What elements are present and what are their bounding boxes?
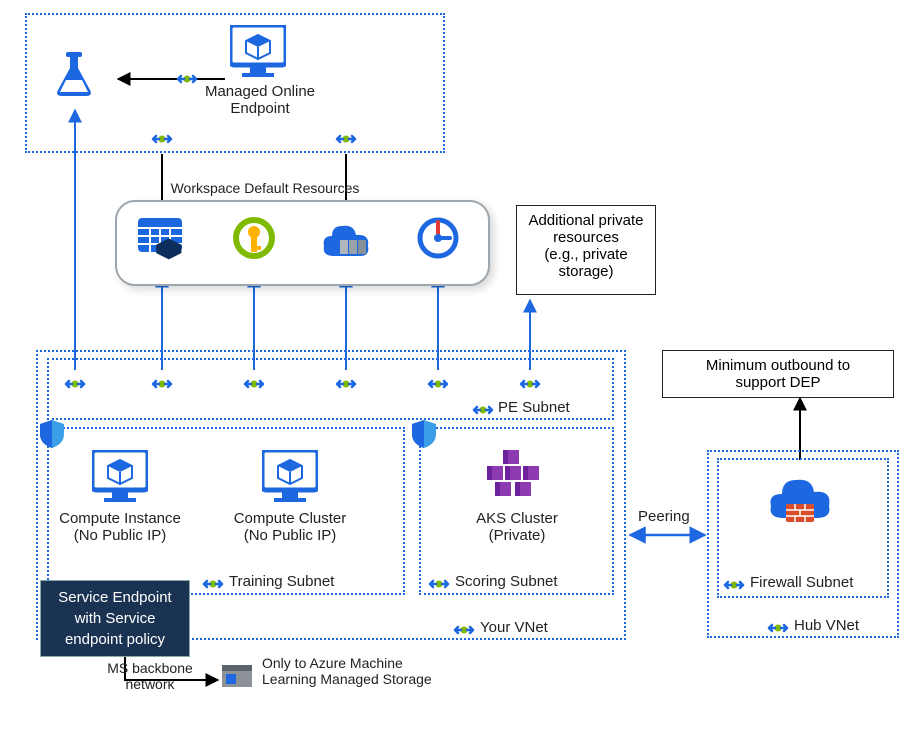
app-insights-icon bbox=[416, 216, 460, 260]
aks-cluster-label: AKS Cluster (Private) bbox=[462, 510, 572, 544]
private-endpoint-icon bbox=[452, 618, 476, 642]
private-endpoint-icon bbox=[766, 616, 790, 640]
private-endpoint-icon bbox=[334, 127, 358, 151]
shield-icon bbox=[410, 418, 438, 450]
service-endpoint-badge: Service Endpoint with Service endpoint p… bbox=[40, 580, 190, 657]
private-endpoint-icon bbox=[201, 572, 225, 596]
private-endpoint-icon bbox=[334, 372, 358, 396]
min-outbound-box: Minimum outbound to support DEP bbox=[662, 350, 894, 398]
aks-cluster-icon bbox=[487, 450, 539, 498]
private-endpoint-icon bbox=[150, 372, 174, 396]
training-subnet-label: Training Subnet bbox=[229, 573, 334, 590]
peering-label: Peering bbox=[638, 508, 690, 525]
private-endpoint-icon bbox=[722, 573, 746, 597]
compute-cluster-icon bbox=[262, 450, 318, 504]
keyvault-icon bbox=[232, 216, 276, 260]
private-endpoint-icon bbox=[175, 67, 199, 91]
private-endpoint-icon bbox=[518, 372, 542, 396]
private-endpoint-icon bbox=[150, 127, 174, 151]
compute-instance-icon bbox=[92, 450, 148, 504]
private-endpoint-icon bbox=[471, 398, 495, 422]
compute-cluster-label: Compute Cluster (No Public IP) bbox=[225, 510, 355, 544]
private-endpoint-icon bbox=[426, 372, 450, 396]
private-endpoint-icon bbox=[63, 372, 87, 396]
scoring-subnet-label: Scoring Subnet bbox=[455, 573, 558, 590]
private-endpoint-icon bbox=[427, 572, 451, 596]
storage-icon bbox=[138, 216, 186, 268]
firewall-subnet-label: Firewall Subnet bbox=[750, 574, 853, 591]
compute-instance-label: Compute Instance (No Public IP) bbox=[55, 510, 185, 544]
managed-endpoint-label: Managed Online Endpoint bbox=[195, 83, 325, 117]
ms-backbone-label: MS backbone network bbox=[95, 660, 205, 692]
additional-private-box: Additional private resources (e.g., priv… bbox=[516, 205, 656, 295]
firewall-icon bbox=[768, 470, 832, 526]
managed-endpoint-icon bbox=[230, 25, 286, 79]
only-to-label: Only to Azure Machine Learning Managed S… bbox=[262, 655, 452, 687]
ml-workspace-icon bbox=[52, 50, 98, 100]
your-vnet-label: Your VNet bbox=[480, 619, 548, 636]
container-registry-icon bbox=[322, 218, 370, 260]
managed-storage-icon bbox=[222, 665, 252, 687]
workspace-resources-title: Workspace Default Resources bbox=[160, 180, 370, 196]
shield-icon bbox=[38, 418, 66, 450]
private-endpoint-icon bbox=[242, 372, 266, 396]
pe-subnet-label: PE Subnet bbox=[498, 399, 570, 416]
hub-vnet-label: Hub VNet bbox=[794, 617, 859, 634]
